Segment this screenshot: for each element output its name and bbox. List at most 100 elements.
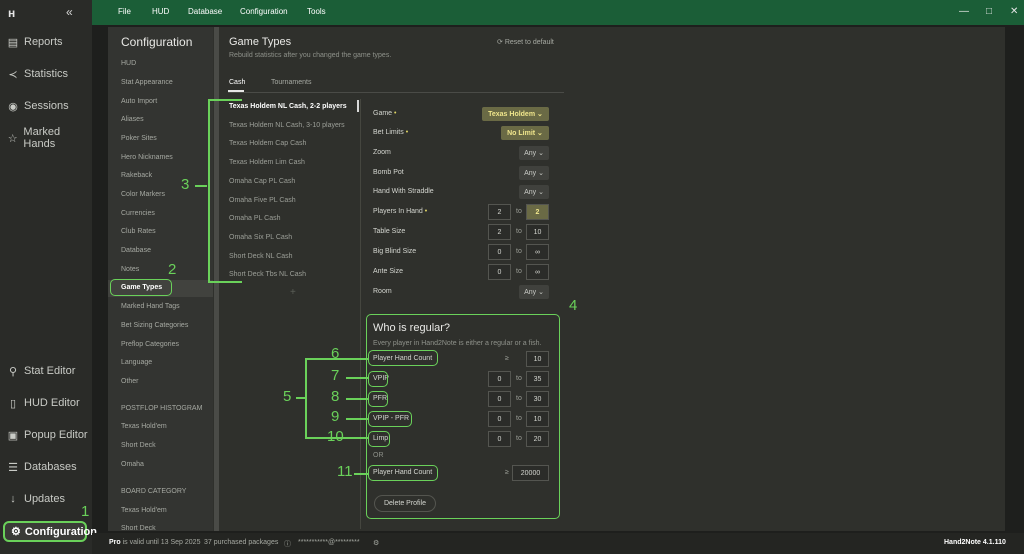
nav-updates[interactable]: ↓ Updates — [0, 488, 92, 510]
sidebar: ʜ « ▤ Reports ≺ Statistics ◉ Sessions ☆ Mark… — [0, 0, 97, 554]
game-type-item[interactable]: Short Deck NL Cash — [229, 253, 293, 260]
annotation-2: 2 — [168, 261, 177, 278]
players-to-input[interactable]: 2 — [526, 204, 549, 220]
nav-label: Databases — [24, 461, 77, 473]
nav-label: Stat Editor — [24, 365, 76, 377]
config-item[interactable]: HUD — [121, 60, 136, 67]
annotation-9: 9 — [331, 408, 340, 425]
add-game-type-button[interactable]: + — [290, 287, 296, 298]
gear-icon: ⚙ — [11, 526, 21, 538]
config-item[interactable]: Notes — [121, 266, 139, 273]
players-from-input[interactable]: 2 — [488, 204, 511, 220]
document-icon: ▤ — [7, 36, 19, 49]
game-type-item[interactable]: Texas Holdem Cap Cash — [229, 140, 306, 147]
config-item[interactable]: Club Rates — [121, 228, 156, 235]
tab-tournaments[interactable]: Tournaments — [271, 79, 311, 86]
config-item[interactable]: Short Deck — [121, 442, 156, 449]
bb-size-from-input[interactable]: 0 — [488, 244, 511, 260]
menu-hud[interactable]: HUD — [152, 7, 169, 16]
nav-statistics[interactable]: ≺ Statistics — [0, 63, 92, 85]
config-scrollbar[interactable] — [214, 27, 219, 531]
bb-size-to-input[interactable]: ∞ — [526, 244, 549, 260]
config-item[interactable]: Omaha — [121, 461, 144, 468]
table-size-to-input[interactable]: 10 — [526, 224, 549, 240]
nav-label: Sessions — [24, 100, 69, 112]
nav-databases[interactable]: ☰ Databases — [0, 456, 92, 478]
menu-file[interactable]: File — [118, 7, 131, 16]
maximize-icon[interactable]: □ — [986, 6, 992, 17]
nav-sessions[interactable]: ◉ Sessions — [0, 95, 92, 117]
nav-popup-editor[interactable]: ▣ Popup Editor — [0, 424, 92, 446]
game-type-item[interactable]: Omaha Six PL Cash — [229, 234, 292, 241]
settings-icon[interactable]: ⚙ — [373, 539, 379, 547]
config-item[interactable]: Bet Sizing Categories — [121, 322, 188, 329]
annotation-bracket — [305, 358, 307, 438]
minimize-icon[interactable]: — — [959, 6, 969, 17]
config-item[interactable]: Other — [121, 378, 139, 385]
database-icon: ☰ — [8, 461, 18, 474]
annotation-10: 10 — [327, 428, 344, 445]
config-item[interactable]: Texas Hold'em — [121, 423, 167, 430]
game-type-item[interactable]: Texas Holdem NL Cash, 2-2 players — [229, 103, 347, 110]
annotation-box-8 — [368, 391, 388, 407]
download-icon: ↓ — [10, 493, 16, 505]
config-item[interactable]: Color Markers — [121, 191, 165, 198]
annotation-1: 1 — [81, 503, 90, 520]
field-label-straddle: Hand With Straddle — [373, 188, 434, 195]
collapse-sidebar-icon[interactable]: « — [66, 5, 73, 19]
config-item[interactable]: Auto Import — [121, 98, 157, 105]
config-item[interactable]: Short Deck — [121, 525, 156, 531]
config-item[interactable]: Poker Sites — [121, 135, 157, 142]
bet-limits-select[interactable]: No Limit ⌄ — [501, 126, 549, 140]
field-label-players: Players In Hand • — [373, 208, 428, 215]
config-item[interactable]: Language — [121, 359, 152, 366]
tab-cash[interactable]: Cash — [229, 79, 245, 86]
nav-marked-hands[interactable]: ☆ Marked Hands — [0, 126, 92, 150]
reset-to-default-button[interactable]: ⟳ Reset to default — [497, 38, 554, 46]
close-icon[interactable]: ✕ — [1010, 6, 1018, 17]
game-type-item[interactable]: Texas Holdem Lim Cash — [229, 159, 305, 166]
nav-stat-editor[interactable]: ⚲ Stat Editor — [0, 360, 92, 382]
hud-editor-icon: ▯ — [9, 397, 17, 410]
zoom-select[interactable]: Any ⌄ — [519, 146, 549, 160]
game-type-item[interactable]: Texas Holdem NL Cash, 3-10 players — [229, 122, 345, 129]
nav-label: Reports — [24, 36, 63, 48]
nav-hud-editor[interactable]: ▯ HUD Editor — [0, 392, 92, 414]
table-size-from-input[interactable]: 2 — [488, 224, 511, 240]
game-select[interactable]: Texas Holdem ⌄ — [482, 107, 549, 121]
config-item[interactable]: Database — [121, 247, 151, 254]
info-icon[interactable]: ⓘ — [284, 539, 291, 549]
ante-from-input[interactable]: 0 — [488, 264, 511, 280]
room-select[interactable]: Any ⌄ — [519, 285, 549, 299]
field-label-game: Game • — [373, 110, 397, 117]
config-item[interactable]: Hero Nicknames — [121, 154, 173, 161]
menu-tools[interactable]: Tools — [307, 7, 326, 16]
menu-database[interactable]: Database — [188, 7, 222, 16]
nav-reports[interactable]: ▤ Reports — [0, 31, 92, 53]
bomb-pot-select[interactable]: Any ⌄ — [519, 166, 549, 180]
config-item[interactable]: Texas Hold'em — [121, 507, 167, 514]
game-type-item[interactable]: Omaha Cap PL Cash — [229, 178, 295, 185]
config-item[interactable]: Stat Appearance — [121, 79, 173, 86]
ante-to-input[interactable]: ∞ — [526, 264, 549, 280]
annotation-7: 7 — [331, 367, 340, 384]
board-header: BOARD CATEGORY — [121, 488, 187, 495]
game-type-item[interactable]: Short Deck Tbs NL Cash — [229, 271, 306, 278]
annotation-line — [346, 398, 368, 400]
config-item[interactable]: Aliases — [121, 116, 144, 123]
straddle-select[interactable]: Any ⌄ — [519, 185, 549, 199]
annotation-line — [346, 377, 368, 379]
menu-configuration[interactable]: Configuration — [240, 7, 288, 16]
config-item[interactable]: Rakeback — [121, 172, 152, 179]
config-item[interactable]: Preflop Categories — [121, 341, 179, 348]
annotation-box-7 — [368, 371, 388, 387]
nav-configuration[interactable]: ⚙ Configuration — [3, 521, 97, 542]
field-label-room: Room — [373, 288, 392, 295]
annotation-4: 4 — [569, 297, 578, 314]
game-type-item[interactable]: Omaha PL Cash — [229, 215, 281, 222]
game-type-item[interactable]: Omaha Five PL Cash — [229, 197, 296, 204]
annotation-6: 6 — [331, 345, 340, 362]
field-label-zoom: Zoom — [373, 149, 391, 156]
config-item[interactable]: Currencies — [121, 210, 155, 217]
config-item[interactable]: Marked Hand Tags — [121, 303, 180, 310]
